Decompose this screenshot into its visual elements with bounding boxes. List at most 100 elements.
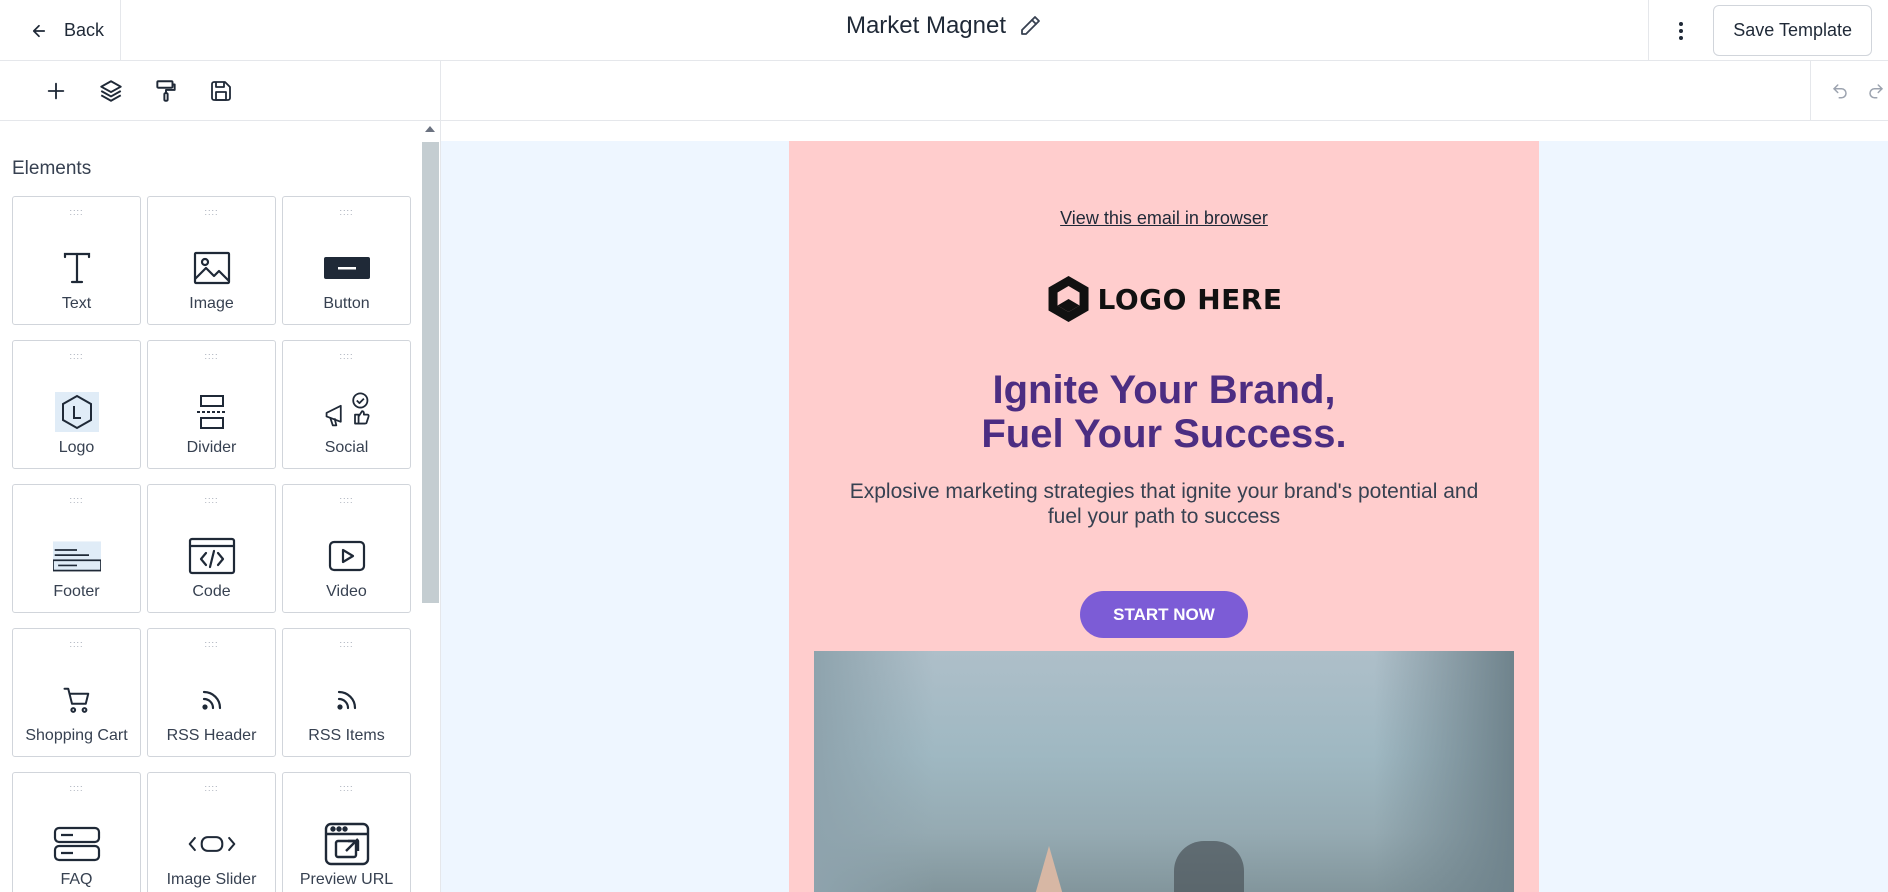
plus-icon [45, 80, 67, 102]
layers-icon [98, 78, 124, 104]
headline-line-1: Ignite Your Brand, [992, 368, 1336, 412]
hero-image[interactable] [814, 651, 1514, 892]
drag-handle-icon[interactable]: :::: [69, 784, 83, 793]
element-card-button[interactable]: :::: Button [282, 196, 411, 325]
element-card-footer[interactable]: :::: Footer [12, 484, 141, 613]
element-label: Text [61, 295, 92, 312]
hero-image-shade-right [1374, 651, 1514, 892]
element-card-video[interactable]: :::: Video [282, 484, 411, 613]
element-label: FAQ [60, 871, 93, 888]
vertical-dots-icon [1678, 21, 1684, 41]
image-slider-icon [188, 820, 236, 868]
element-card-image[interactable]: :::: Image [147, 196, 276, 325]
email-logo[interactable]: LOGO HERE [1046, 274, 1283, 324]
layers-button[interactable] [95, 75, 126, 106]
drag-handle-icon[interactable]: :::: [204, 352, 218, 361]
hero-image-dark-object [1174, 841, 1244, 892]
divider-icon [188, 388, 236, 436]
email-headline[interactable]: Ignite Your Brand, Fuel Your Success. [789, 368, 1539, 456]
logo-text: LOGO HERE [1097, 282, 1283, 316]
video-icon [323, 532, 371, 580]
canvas-toolbar [441, 61, 1888, 121]
hero-image-shade-left [814, 651, 934, 892]
element-label: Button [323, 295, 370, 312]
template-title[interactable]: Market Magnet [846, 12, 1006, 40]
save-icon [209, 79, 233, 103]
footer-icon [52, 532, 101, 580]
element-label: Footer [53, 583, 100, 600]
element-label: Shopping Cart [25, 727, 128, 744]
element-card-shopping-cart[interactable]: :::: Shopping Cart [12, 628, 141, 757]
code-icon [188, 532, 236, 580]
drag-handle-icon[interactable]: :::: [204, 496, 218, 505]
logo-icon [53, 388, 101, 436]
paint-roller-icon [153, 78, 179, 104]
drag-handle-icon[interactable]: :::: [204, 784, 218, 793]
hexagon-logo-icon [1046, 274, 1092, 324]
element-label: Logo [58, 439, 95, 456]
editor-canvas: View this email in browser LOGO HERE Ign… [441, 121, 1888, 892]
add-element-button[interactable] [40, 75, 71, 106]
rss-icon [323, 676, 371, 724]
element-card-social[interactable]: :::: Social [282, 340, 411, 469]
view-in-browser-link[interactable]: View this email in browser [789, 208, 1539, 229]
headline-line-2: Fuel Your Success. [981, 412, 1347, 456]
email-template[interactable]: View this email in browser LOGO HERE Ign… [789, 141, 1539, 892]
top-bar: Back Market Magnet Save Template [0, 0, 1888, 61]
drag-handle-icon[interactable]: :::: [69, 640, 83, 649]
undo-icon[interactable] [1831, 82, 1849, 100]
editor-toolbar [0, 61, 441, 121]
more-options-button[interactable] [1648, 0, 1713, 61]
top-right-actions: Save Template [1648, 0, 1888, 61]
element-card-divider[interactable]: :::: Divider [147, 340, 276, 469]
email-subtext[interactable]: Explosive marketing strategies that igni… [839, 479, 1489, 529]
element-label: RSS Items [308, 727, 385, 744]
element-card-rss-header[interactable]: :::: RSS Header [147, 628, 276, 757]
drag-handle-icon[interactable]: :::: [339, 784, 353, 793]
drag-handle-icon[interactable]: :::: [69, 496, 83, 505]
element-card-preview-url[interactable]: :::: Preview URL [282, 772, 411, 892]
element-card-rss-items[interactable]: :::: RSS Items [282, 628, 411, 757]
scroll-up-arrow-icon[interactable] [425, 126, 435, 132]
element-label: Divider [186, 439, 237, 456]
faq-icon [53, 820, 101, 868]
hero-image-paper-plane [1029, 846, 1069, 892]
save-button[interactable] [205, 75, 236, 106]
drag-handle-icon[interactable]: :::: [204, 208, 218, 217]
sidebar-scroll-thumb[interactable] [422, 142, 439, 603]
element-card-text[interactable]: :::: Text [12, 196, 141, 325]
back-button[interactable]: Back [0, 0, 121, 61]
element-label: Code [192, 583, 231, 600]
element-card-logo[interactable]: :::: Logo [12, 340, 141, 469]
styles-button[interactable] [150, 75, 181, 106]
start-now-button[interactable]: START NOW [1080, 591, 1248, 638]
element-card-code[interactable]: :::: Code [147, 484, 276, 613]
button-icon [323, 244, 371, 292]
element-label: RSS Header [166, 727, 257, 744]
drag-handle-icon[interactable]: :::: [339, 352, 353, 361]
preview-url-icon [323, 820, 371, 868]
image-icon [188, 244, 236, 292]
element-card-faq[interactable]: :::: FAQ [12, 772, 141, 892]
redo-icon[interactable] [1867, 82, 1885, 100]
element-label: Image [189, 295, 234, 312]
drag-handle-icon[interactable]: :::: [69, 352, 83, 361]
element-card-image-slider[interactable]: :::: Image Slider [147, 772, 276, 892]
element-label: Video [326, 583, 367, 600]
element-label: Image Slider [166, 871, 257, 888]
element-label: Social [324, 439, 369, 456]
drag-handle-icon[interactable]: :::: [204, 640, 218, 649]
drag-handle-icon[interactable]: :::: [339, 640, 353, 649]
arrow-left-icon [30, 22, 48, 40]
element-label: Preview URL [299, 871, 394, 888]
drag-handle-icon[interactable]: :::: [339, 208, 353, 217]
drag-handle-icon[interactable]: :::: [69, 208, 83, 217]
pencil-icon[interactable] [1018, 14, 1042, 38]
save-template-button[interactable]: Save Template [1713, 5, 1872, 56]
text-icon [53, 244, 101, 292]
back-label: Back [64, 20, 105, 40]
elements-heading: Elements [12, 158, 92, 179]
drag-handle-icon[interactable]: :::: [339, 496, 353, 505]
shopping-cart-icon [53, 676, 101, 724]
undo-redo-group [1810, 61, 1888, 121]
